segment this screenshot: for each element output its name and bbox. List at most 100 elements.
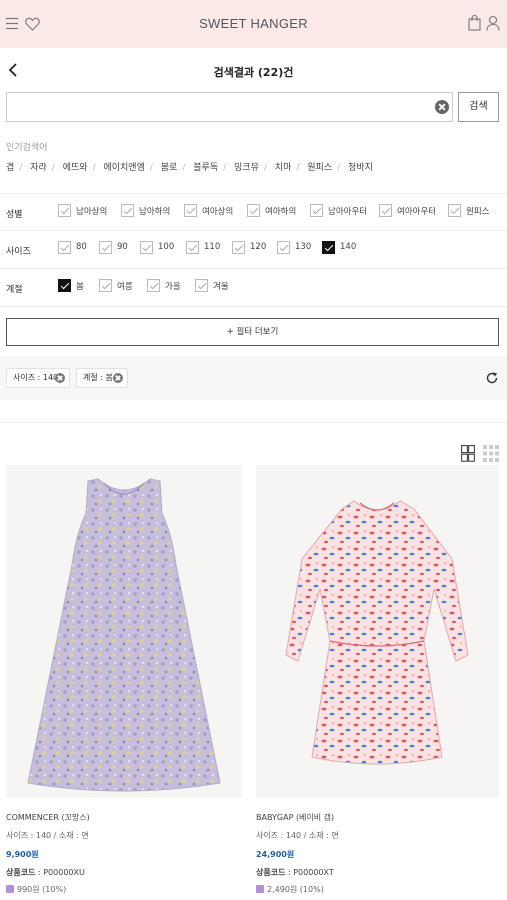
checkbox[interactable] <box>448 204 461 217</box>
product-code-value: : P00000XT <box>285 868 334 877</box>
checkbox[interactable] <box>184 204 197 217</box>
shopping-bag-icon[interactable] <box>468 15 481 31</box>
option-label: 남아상의 <box>76 207 108 217</box>
top-header: SWEET HANGER <box>0 0 507 48</box>
keyword-separator: / <box>19 163 23 173</box>
keyword-separator: / <box>149 163 153 173</box>
product-image[interactable] <box>256 465 499 798</box>
clear-search-icon[interactable] <box>435 100 449 114</box>
point-icon <box>256 885 264 893</box>
option-label: 90 <box>117 242 128 252</box>
grid-view-icon[interactable] <box>461 445 475 462</box>
user-icon[interactable] <box>486 15 500 31</box>
filter-row-season: 계절 봄 여름 가을 겨울 <box>0 269 507 307</box>
popular-keyword[interactable]: 에이치앤엠 <box>103 163 144 173</box>
tag-label: 사이즈 : 140 <box>13 373 59 382</box>
option-label: 겨울 <box>213 282 229 292</box>
checkbox[interactable] <box>186 241 199 254</box>
popular-keyword[interactable]: 밍크뮤 <box>234 163 259 173</box>
filter-row-size: 사이즈 80 90 100 110 120 130 140 <box>0 231 507 269</box>
page-title: 검색결과 (22)건 <box>213 66 294 79</box>
filter-label: 성별 <box>6 210 23 220</box>
option-label: 여름 <box>117 282 133 292</box>
checkbox[interactable] <box>277 241 290 254</box>
option-label: 가을 <box>165 282 181 292</box>
product-code-label: 상품코드 <box>6 868 36 877</box>
option-label: 여아상의 <box>202 207 234 217</box>
section-divider <box>0 422 507 423</box>
floral-sleeveless-dress-image <box>6 465 242 798</box>
checkbox[interactable] <box>247 204 260 217</box>
checkbox[interactable] <box>58 204 71 217</box>
product-code: 상품코드 : P00000XT <box>256 867 334 878</box>
checkbox[interactable] <box>58 241 71 254</box>
active-filter-tag: 계절 : 봄 <box>76 368 128 388</box>
product-code-label: 상품코드 <box>256 868 286 877</box>
title-bar: 검색결과 (22)건 <box>0 48 507 92</box>
option-label: 120 <box>250 242 267 252</box>
checkbox[interactable] <box>140 241 153 254</box>
search-input[interactable] <box>13 97 423 117</box>
dense-grid-view-icon[interactable] <box>483 445 499 462</box>
product-code: 상품코드 : P00000XU <box>6 867 85 878</box>
product-point: 2,490원 (10%) <box>256 884 324 896</box>
option-label: 100 <box>158 242 175 252</box>
option-label: 130 <box>295 242 312 252</box>
product-brand[interactable]: BABYGAP (베이비 갭) <box>256 812 334 823</box>
active-filter-bar: 사이즈 : 140 계절 : 봄 <box>0 356 507 400</box>
keyword-separator: / <box>337 163 341 173</box>
keyword-separator: / <box>263 163 267 173</box>
product-price: 9,900원 <box>6 850 39 859</box>
popular-keyword[interactable]: 원피스 <box>307 163 332 173</box>
popular-keywords-label: 인기검색어 <box>6 143 48 153</box>
checkbox[interactable] <box>310 204 323 217</box>
brand-logo[interactable]: SWEET HANGER <box>0 16 507 31</box>
popular-keyword[interactable]: 에뜨와 <box>63 163 88 173</box>
product-brand[interactable]: COMMENCER (꼬망스) <box>6 812 90 823</box>
option-label: 80 <box>76 242 87 252</box>
popular-keyword[interactable]: 봄로 <box>161 163 178 173</box>
popular-keyword[interactable]: 블루독 <box>193 163 218 173</box>
more-filters-button[interactable]: + 필터 더보기 <box>6 318 499 346</box>
option-label: 원피스 <box>466 207 490 217</box>
option-label: 남아하의 <box>139 207 171 217</box>
checkbox[interactable] <box>379 204 392 217</box>
product-image[interactable] <box>6 465 242 798</box>
refresh-icon[interactable] <box>485 371 499 385</box>
keyword-separator: / <box>51 163 55 173</box>
search-box <box>6 92 453 122</box>
product-point: 990원 (10%) <box>6 884 66 896</box>
popular-keyword[interactable]: 자라 <box>30 163 47 173</box>
search-button[interactable]: 검색 <box>458 92 499 122</box>
point-icon <box>6 885 14 893</box>
checkbox[interactable] <box>147 279 160 292</box>
checkbox[interactable] <box>121 204 134 217</box>
checkbox[interactable] <box>232 241 245 254</box>
checkbox-checked[interactable] <box>58 279 71 292</box>
checkbox[interactable] <box>195 279 208 292</box>
option-label: 여아아우터 <box>397 207 437 217</box>
checkbox[interactable] <box>99 241 112 254</box>
filter-row-gender: 성별 남아상의 남아하의 여아상의 여아하의 남아아우터 여아아우터 원피스 <box>0 193 507 231</box>
active-filter-tag: 사이즈 : 140 <box>6 368 70 388</box>
checkbox-checked[interactable] <box>322 241 335 254</box>
remove-tag-icon[interactable] <box>113 373 123 383</box>
product-spec: 사이즈 : 140 / 소재 : 면 <box>6 831 89 840</box>
option-label: 140 <box>340 242 357 252</box>
filter-label: 계절 <box>6 285 23 295</box>
keyword-separator: / <box>182 163 186 173</box>
printed-long-sleeve-dress-image <box>256 465 499 798</box>
popular-keyword[interactable]: 청바지 <box>348 163 373 173</box>
option-label: 여아하의 <box>265 207 297 217</box>
popular-keyword[interactable]: 치마 <box>275 163 292 173</box>
product-spec: 사이즈 : 140 / 소재 : 면 <box>256 831 339 840</box>
tag-label: 계절 : 봄 <box>83 373 113 382</box>
keyword-separator: / <box>223 163 227 173</box>
option-label: 남아아우터 <box>328 207 368 217</box>
keyword-separator: / <box>92 163 96 173</box>
option-label: 봄 <box>76 282 84 292</box>
filter-label: 사이즈 <box>6 247 31 257</box>
remove-tag-icon[interactable] <box>55 373 65 383</box>
popular-keyword[interactable]: 겹 <box>6 163 14 173</box>
checkbox[interactable] <box>99 279 112 292</box>
